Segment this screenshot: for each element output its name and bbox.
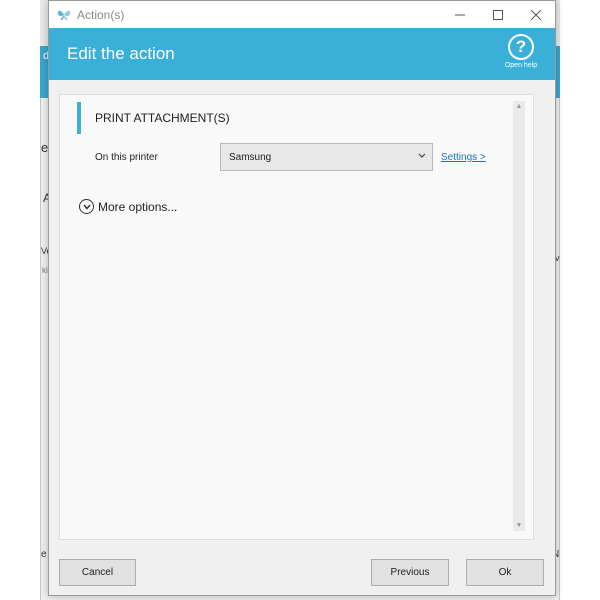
printer-label: On this printer	[95, 152, 158, 163]
action-dialog: Action(s) Edit the action ? Open help PR…	[48, 0, 556, 596]
dialog-header: Edit the action ? Open help	[49, 28, 555, 80]
background-text: ki	[42, 266, 48, 275]
close-button[interactable]	[517, 1, 555, 28]
more-options-label: More options...	[98, 199, 178, 214]
butterfly-icon	[57, 9, 71, 21]
background-text: e	[41, 549, 47, 560]
previous-button[interactable]: Previous	[371, 559, 449, 586]
title-bar[interactable]: Action(s)	[49, 1, 555, 28]
minimize-button[interactable]	[441, 1, 479, 28]
window-title: Action(s)	[77, 7, 125, 22]
settings-link[interactable]: Settings >	[441, 152, 486, 163]
maximize-button[interactable]	[479, 1, 517, 28]
scroll-up-icon[interactable]: ▲	[513, 103, 525, 110]
open-help-button[interactable]: ? Open help	[501, 34, 541, 69]
page-title: Edit the action	[67, 44, 175, 63]
section-header: PRINT ATTACHMENT(S)	[77, 102, 230, 134]
more-options-toggle[interactable]: More options...	[79, 199, 177, 214]
question-circle-icon: ?	[508, 34, 534, 60]
scroll-down-icon[interactable]: ▼	[513, 522, 525, 529]
cancel-button[interactable]: Cancel	[59, 559, 136, 586]
action-content-panel: PRINT ATTACHMENT(S) On this printer Sams…	[59, 94, 534, 540]
minimize-icon	[455, 14, 465, 15]
chevron-down-icon	[418, 151, 426, 161]
vertical-scrollbar[interactable]: ▲ ▼	[513, 101, 525, 531]
ok-button[interactable]: Ok	[466, 559, 544, 586]
window-controls	[441, 1, 555, 28]
printer-select-value: Samsung	[229, 151, 272, 163]
printer-select[interactable]: Samsung	[220, 143, 433, 171]
maximize-icon	[493, 9, 503, 20]
chevron-down-circle-icon	[79, 199, 94, 214]
close-icon	[531, 9, 541, 20]
help-label: Open help	[504, 62, 538, 69]
section-title: PRINT ATTACHMENT(S)	[95, 111, 230, 125]
